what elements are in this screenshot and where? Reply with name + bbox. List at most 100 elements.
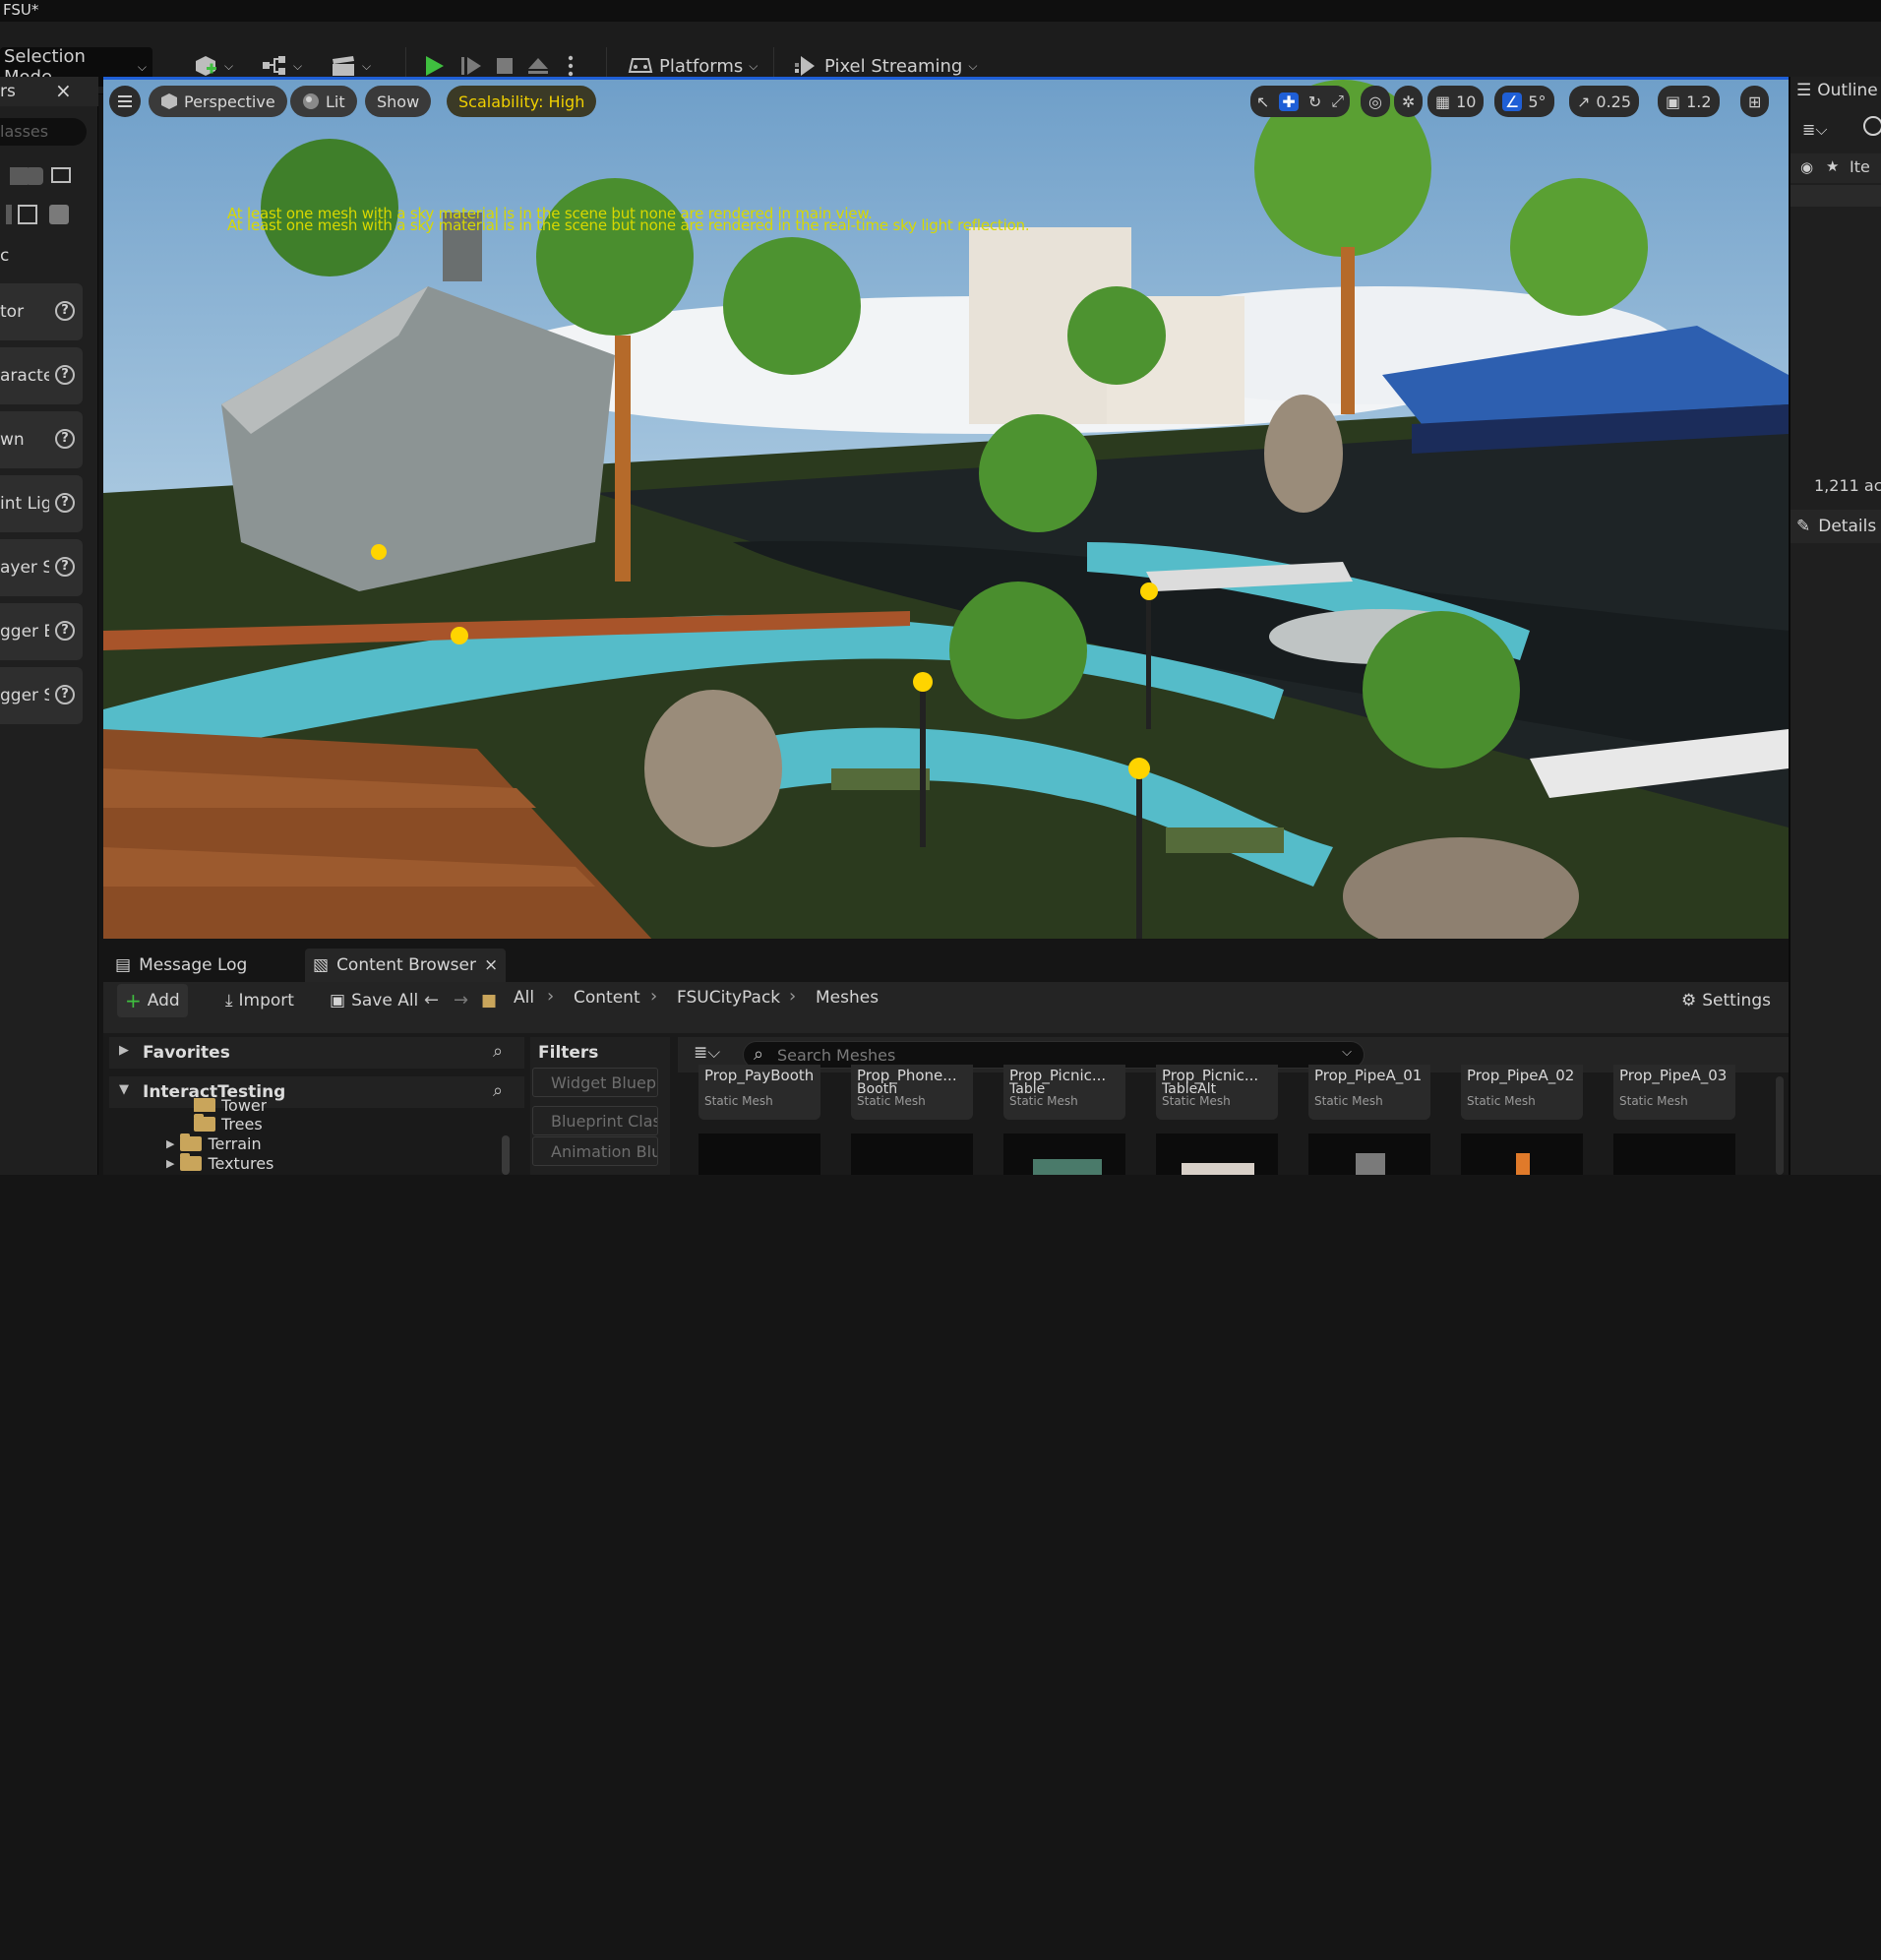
breadcrumb-fsucitypack[interactable]: FSUCityPack [677, 988, 780, 1008]
asset-tile[interactable]: Prop_Picnic... Table Static Mesh [1003, 1065, 1125, 1120]
chevron-down-icon: ⌵ [224, 58, 234, 73]
camera-speed-button[interactable]: ▣ 1.2 [1658, 86, 1720, 117]
breadcrumb-content[interactable]: Content [574, 988, 640, 1008]
grid-snap-button[interactable]: ▦ 10 [1427, 86, 1485, 117]
settings-anchor [603, 1927, 619, 1960]
star-icon[interactable]: ★ [1826, 157, 1839, 175]
view-mode-dropdown[interactable]: Lit [290, 86, 357, 117]
viewport-menu-button[interactable] [109, 86, 141, 117]
search-input[interactable]: lasses [0, 118, 87, 146]
place-actor-item[interactable]: tor? [0, 283, 83, 340]
asset-tile[interactable]: Prop_PipeA_02 Static Mesh [1461, 1065, 1583, 1120]
asset-name-line2: Table [1009, 1081, 1046, 1093]
asset-tile[interactable]: Prop_PipeA_03 Static Mesh [1613, 1065, 1735, 1120]
asset-tile[interactable]: Prop_PayBooth Static Mesh [698, 1065, 820, 1120]
outliner-tab[interactable]: ☰ Outline [1796, 81, 1878, 100]
all-classes-icon[interactable] [49, 205, 69, 224]
help-icon[interactable]: ? [55, 493, 75, 513]
help-icon[interactable]: ? [55, 685, 75, 704]
asset-tile[interactable]: Prop_PipeA_01 Static Mesh [1308, 1065, 1430, 1120]
favorites-header[interactable]: ▶ Favorites ⌕ [109, 1037, 524, 1069]
cinematic-icon[interactable] [51, 167, 71, 183]
tab-message-log[interactable]: ▤ Message Log [107, 949, 255, 982]
level-viewport[interactable]: Perspective Lit Show Scalability: High ↖… [103, 77, 1789, 939]
project-header[interactable]: ▼ InteractTesting ⌕ [109, 1076, 524, 1108]
filter-chip[interactable]: Blueprint Clas [532, 1106, 658, 1135]
place-actor-item[interactable]: wn? [0, 411, 83, 468]
asset-name-line2: Booth [857, 1081, 898, 1093]
help-icon[interactable]: ? [55, 429, 75, 449]
select-arrow-icon[interactable]: ↖ [1256, 92, 1269, 111]
filter-chip-label: Blueprint Clas [551, 1112, 658, 1131]
scale-icon[interactable]: ⤢ [1331, 92, 1344, 111]
filter-chip[interactable]: Widget Bluep [532, 1068, 658, 1097]
filter-icon[interactable]: ≣⌵ [1802, 120, 1828, 140]
add-button[interactable]: + Add [117, 984, 188, 1017]
filter-icon[interactable]: ≣⌵ [694, 1043, 720, 1063]
close-icon[interactable]: × [55, 79, 72, 102]
cube-icon[interactable] [26, 167, 43, 185]
tab-content-browser[interactable]: ▧ Content Browser × [305, 949, 507, 982]
plus-icon: + [125, 989, 142, 1012]
scalability-label: Scalability: High [458, 92, 585, 111]
history-back-icon[interactable]: ← [424, 990, 439, 1011]
asset-thumbnail[interactable] [1003, 1133, 1125, 1175]
search-icon[interactable]: ⌕ [493, 1041, 503, 1062]
surface-snap-button[interactable]: ✲ [1394, 86, 1424, 117]
asset-type: Static Mesh [857, 1094, 926, 1108]
breadcrumb-all[interactable]: All [514, 988, 534, 1008]
outliner-row[interactable] [1790, 185, 1881, 207]
settings-button[interactable]: ⚙ Settings [1673, 984, 1779, 1017]
perspective-dropdown[interactable]: Perspective [149, 86, 287, 117]
pixel-streaming-icon [795, 56, 815, 76]
close-icon[interactable]: × [484, 955, 498, 975]
place-actor-item[interactable]: ayer St? [0, 539, 83, 596]
help-icon[interactable]: ? [55, 557, 75, 577]
filter-chip[interactable]: Animation Blu [532, 1136, 658, 1166]
save-all-button[interactable]: ▣ Save All [322, 984, 426, 1017]
visual-effects-icon[interactable] [6, 205, 12, 224]
place-actor-item[interactable]: int Lig? [0, 475, 83, 532]
tree-folder[interactable]: ▶ Terrain [166, 1133, 262, 1153]
help-icon[interactable]: ? [55, 301, 75, 321]
viewport-layout-button[interactable]: ⊞ [1740, 86, 1770, 117]
rotate-icon[interactable]: ↻ [1308, 92, 1321, 111]
world-local-button[interactable]: ◎ [1361, 86, 1390, 117]
help-icon[interactable]: ? [55, 365, 75, 385]
asset-thumbnail[interactable] [1308, 1133, 1430, 1175]
search-icon[interactable]: ⌕ [493, 1080, 503, 1101]
tree-folder[interactable]: Tower [194, 1098, 267, 1112]
panel-tab[interactable]: rs × [0, 77, 98, 106]
rotation-snap-button[interactable]: ∠ 5° [1494, 86, 1554, 117]
asset-scrollbar[interactable] [1776, 1076, 1784, 1175]
tree-folder[interactable]: Trees [194, 1113, 263, 1133]
place-actor-item[interactable]: gger B? [0, 603, 83, 660]
search-icon[interactable] [1863, 116, 1881, 136]
details-tab[interactable]: ✎ Details [1790, 510, 1881, 543]
scale-snap-button[interactable]: ↗ 0.25 [1569, 86, 1640, 117]
asset-type: Static Mesh [1314, 1094, 1383, 1108]
asset-tile[interactable]: Prop_Phone... Booth Static Mesh [851, 1065, 973, 1120]
asset-thumbnail[interactable] [1156, 1133, 1278, 1175]
help-icon[interactable]: ? [55, 621, 75, 641]
asset-thumbnail[interactable] [698, 1133, 820, 1175]
tree-folder-label: Tower [221, 1098, 268, 1112]
asset-tile[interactable]: Prop_Picnic... TableAlt Static Mesh [1156, 1065, 1278, 1120]
folder-icon[interactable]: ■ [481, 991, 497, 1011]
tree-folder[interactable]: ▶ Textures [166, 1152, 273, 1173]
translate-icon[interactable]: ✚ [1279, 92, 1299, 111]
volumes-icon[interactable] [18, 205, 37, 224]
tree-scrollbar[interactable] [502, 1135, 510, 1175]
show-dropdown[interactable]: Show [365, 86, 432, 117]
mesh-preview [1516, 1153, 1530, 1175]
visibility-eye-icon[interactable]: ◉ [1800, 158, 1813, 176]
asset-thumbnail[interactable] [851, 1133, 973, 1175]
scalability-button[interactable]: Scalability: High [447, 86, 597, 117]
history-forward-icon[interactable]: → [454, 990, 468, 1011]
asset-thumbnail[interactable] [1613, 1133, 1735, 1175]
place-actor-item[interactable]: gger S? [0, 667, 83, 724]
import-button[interactable]: ⤓ Import [217, 984, 302, 1017]
place-actor-item[interactable]: aracte? [0, 347, 83, 404]
breadcrumb-meshes[interactable]: Meshes [816, 988, 879, 1008]
asset-thumbnail[interactable] [1461, 1133, 1583, 1175]
